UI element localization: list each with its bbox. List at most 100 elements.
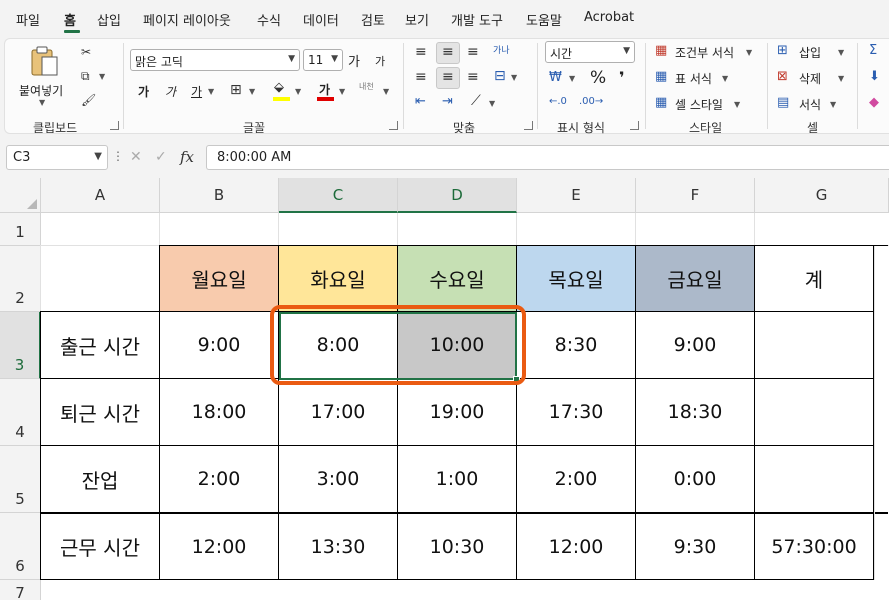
shrink-font-button[interactable]: 가 bbox=[375, 53, 385, 69]
font-color-button[interactable]: 가 bbox=[315, 81, 337, 103]
border-icon[interactable]: ⊞ bbox=[230, 83, 242, 97]
menu-page-layout[interactable]: 페이지 레이아웃 bbox=[143, 10, 231, 29]
menu-file[interactable]: 파일 bbox=[16, 10, 40, 29]
grow-font-button[interactable]: 가 bbox=[348, 51, 360, 70]
table-format-icon[interactable]: ▦ bbox=[655, 70, 667, 84]
format-painter-icon[interactable]: 🖌 bbox=[81, 93, 96, 107]
cell-f4[interactable]: 18:30 bbox=[636, 379, 755, 446]
cell-e4[interactable]: 17:30 bbox=[517, 379, 636, 446]
row-header-5[interactable]: 5 bbox=[0, 446, 41, 513]
cell-f3[interactable]: 9:00 bbox=[636, 312, 755, 379]
chevron-down-icon[interactable]: ▼ bbox=[208, 87, 214, 96]
cell-e2[interactable]: 목요일 bbox=[517, 246, 636, 312]
cell-a3[interactable]: 출근 시간 bbox=[41, 312, 160, 379]
wrap-text-button[interactable]: 가나 bbox=[493, 43, 510, 56]
autosum-icon[interactable]: Σ bbox=[869, 44, 877, 58]
paste-button[interactable]: 붙여넣기 ▼ bbox=[13, 43, 73, 109]
align-bottom-icon[interactable]: ≡ bbox=[467, 45, 479, 59]
merge-center-icon[interactable]: ⊟ bbox=[494, 69, 506, 83]
name-box[interactable]: C3 ▼ bbox=[6, 145, 108, 170]
delete-cells-button[interactable]: 삭제 bbox=[799, 70, 821, 87]
cell-e3[interactable]: 8:30 bbox=[517, 312, 636, 379]
column-header-d[interactable]: D bbox=[398, 178, 517, 213]
chevron-down-icon[interactable]: ▼ bbox=[734, 100, 740, 109]
clipboard-launcher-icon[interactable] bbox=[110, 121, 119, 130]
cancel-icon[interactable]: ✕ bbox=[130, 149, 142, 165]
conditional-format-icon[interactable]: ▦ bbox=[655, 44, 667, 58]
chevron-down-icon[interactable]: ▼ bbox=[249, 87, 255, 96]
cell-f5[interactable]: 0:00 bbox=[636, 446, 755, 513]
accounting-icon[interactable]: ₩ bbox=[549, 71, 562, 85]
increase-indent-icon[interactable]: ⇥ bbox=[442, 95, 453, 109]
fill-handle[interactable] bbox=[513, 376, 520, 383]
copy-icon[interactable]: ⧉ bbox=[81, 69, 90, 83]
underline-button[interactable]: 가 bbox=[191, 83, 202, 100]
cell-c2[interactable]: 화요일 bbox=[279, 246, 398, 312]
chevron-down-icon[interactable]: ▼ bbox=[838, 48, 844, 57]
cell-b3[interactable]: 9:00 bbox=[160, 312, 279, 379]
chevron-down-icon[interactable]: ▼ bbox=[511, 73, 517, 82]
row-header-7[interactable]: 7 bbox=[0, 580, 41, 600]
increase-decimal-icon[interactable]: ←.0 bbox=[549, 95, 567, 109]
delete-cells-icon[interactable]: ⊠ bbox=[777, 70, 788, 84]
cell-c5[interactable]: 3:00 bbox=[279, 446, 398, 513]
cell-f2[interactable]: 금요일 bbox=[636, 246, 755, 312]
column-header-b[interactable]: B bbox=[160, 178, 279, 213]
menu-review[interactable]: 검토 bbox=[361, 10, 385, 29]
cell-f6[interactable]: 9:30 bbox=[636, 514, 755, 580]
clear-icon[interactable]: ◆ bbox=[869, 96, 879, 110]
cell-d6[interactable]: 10:30 bbox=[398, 514, 517, 580]
cell-e5[interactable]: 2:00 bbox=[517, 446, 636, 513]
insert-cells-icon[interactable]: ⊞ bbox=[777, 44, 788, 58]
column-header-c[interactable]: C bbox=[279, 178, 398, 213]
row-header-1[interactable]: 1 bbox=[0, 213, 41, 246]
chevron-down-icon[interactable]: ▼ bbox=[838, 74, 844, 83]
cell-d5[interactable]: 1:00 bbox=[398, 446, 517, 513]
chevron-down-icon[interactable]: ▼ bbox=[746, 48, 752, 57]
insert-cells-button[interactable]: 삽입 bbox=[799, 44, 821, 61]
cell-g2[interactable]: 계 bbox=[755, 246, 874, 312]
chevron-down-icon[interactable]: ▼ bbox=[830, 100, 836, 109]
format-cells-icon[interactable]: ▤ bbox=[777, 96, 789, 110]
cell-g5[interactable] bbox=[755, 446, 874, 513]
menu-help[interactable]: 도움말 bbox=[526, 10, 562, 29]
row-header-3[interactable]: 3 bbox=[0, 312, 41, 379]
cell-a4[interactable]: 퇴근 시간 bbox=[41, 379, 160, 446]
cell-d2[interactable]: 수요일 bbox=[398, 246, 517, 312]
decrease-decimal-icon[interactable]: .00→ bbox=[579, 95, 603, 109]
fill-color-button[interactable]: ⬙ bbox=[271, 81, 293, 103]
number-launcher-icon[interactable] bbox=[630, 121, 639, 130]
cell-b6[interactable]: 12:00 bbox=[160, 514, 279, 580]
font-size-select[interactable]: 11 ▼ bbox=[303, 49, 343, 71]
cell-b2[interactable]: 월요일 bbox=[160, 246, 279, 312]
phonetic-button[interactable]: 내천 bbox=[359, 81, 374, 92]
chevron-down-icon[interactable]: ▼ bbox=[339, 87, 345, 96]
column-header-g[interactable]: G bbox=[755, 178, 889, 213]
row-header-2[interactable]: 2 bbox=[0, 246, 41, 312]
cell-c6[interactable]: 13:30 bbox=[279, 514, 398, 580]
cell-d3[interactable]: 10:00 bbox=[398, 312, 517, 379]
menu-developer[interactable]: 개발 도구 bbox=[451, 10, 503, 29]
cell-c4[interactable]: 17:00 bbox=[279, 379, 398, 446]
cell-g4[interactable] bbox=[755, 379, 874, 446]
cell-b4[interactable]: 18:00 bbox=[160, 379, 279, 446]
table-format-button[interactable]: 표 서식 bbox=[675, 70, 712, 87]
align-left-icon[interactable]: ≡ bbox=[415, 70, 427, 84]
enter-icon[interactable]: ✓ bbox=[155, 149, 167, 165]
cell-g3[interactable] bbox=[755, 312, 874, 379]
format-cells-button[interactable]: 서식 bbox=[799, 96, 821, 113]
align-top-icon[interactable]: ≡ bbox=[415, 45, 427, 59]
menu-insert[interactable]: 삽입 bbox=[97, 10, 121, 29]
chevron-down-icon[interactable]: ▼ bbox=[489, 99, 495, 108]
chevron-down-icon[interactable]: ▼ bbox=[722, 74, 728, 83]
formula-input[interactable]: 8:00:00 AM bbox=[206, 145, 889, 170]
cell-g6[interactable]: 57:30:00 bbox=[755, 514, 874, 580]
cut-icon[interactable]: ✂ bbox=[81, 45, 91, 59]
menu-acrobat[interactable]: Acrobat bbox=[584, 10, 634, 25]
chevron-down-icon[interactable]: ▼ bbox=[383, 87, 389, 96]
chevron-down-icon[interactable]: ▼ bbox=[569, 74, 575, 83]
number-format-select[interactable]: 시간 ▼ bbox=[545, 41, 635, 63]
cell-e6[interactable]: 12:00 bbox=[517, 514, 636, 580]
menu-data[interactable]: 데이터 bbox=[303, 10, 339, 29]
cell-c3[interactable]: 8:00 bbox=[279, 312, 398, 379]
